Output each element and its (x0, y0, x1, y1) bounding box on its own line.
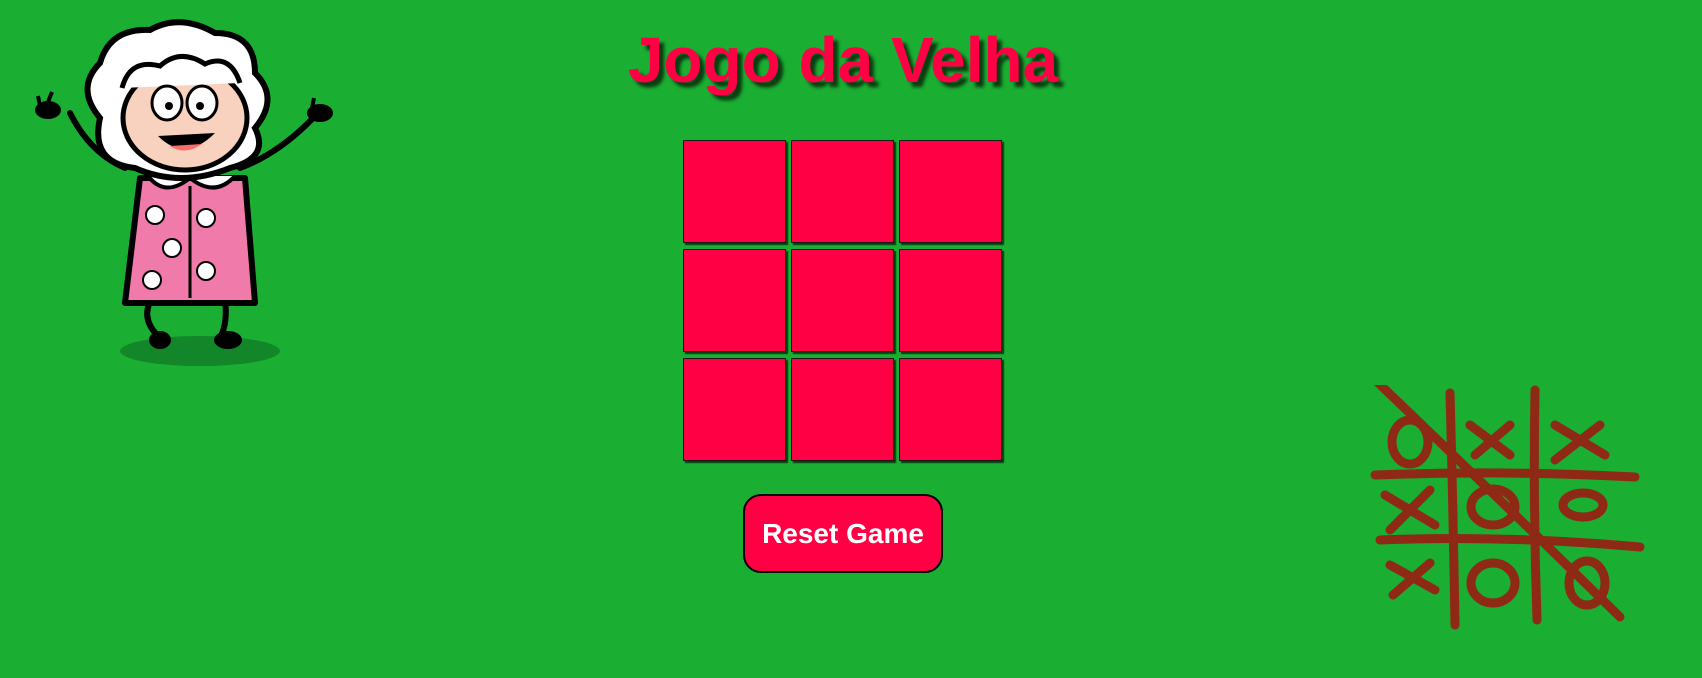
board-cell[interactable] (899, 358, 1002, 461)
board-cell[interactable] (683, 358, 786, 461)
game-board (683, 140, 1003, 461)
reset-game-button[interactable]: Reset Game (743, 494, 943, 573)
page-title: Jogo da Velha (627, 24, 1059, 96)
board-cell[interactable] (683, 249, 786, 352)
board-cell[interactable] (791, 358, 894, 461)
board-cell[interactable] (791, 249, 894, 352)
board-cell[interactable] (791, 140, 894, 243)
board-cell[interactable] (899, 249, 1002, 352)
tic-tac-toe-sketch-icon (1370, 385, 1645, 630)
board-cell[interactable] (899, 140, 1002, 243)
board-cell[interactable] (683, 140, 786, 243)
